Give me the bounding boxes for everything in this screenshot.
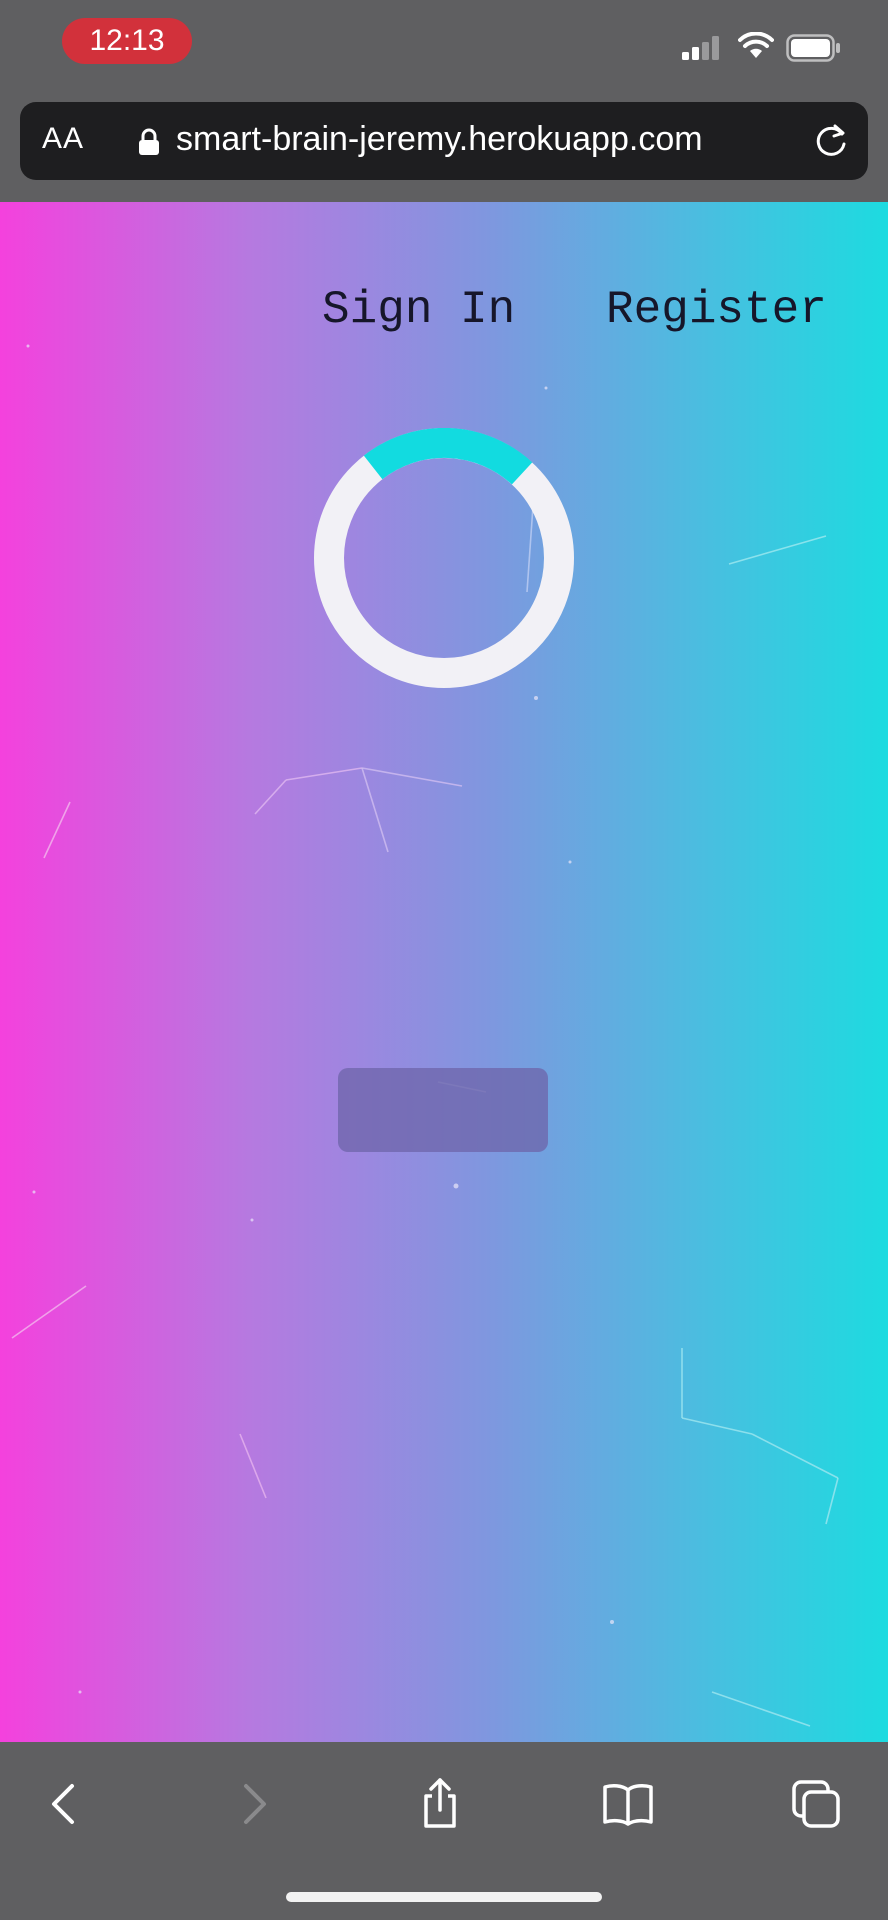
- forward-icon[interactable]: [228, 1778, 280, 1830]
- status-bar: 12:13: [0, 0, 888, 92]
- share-icon[interactable]: [414, 1778, 466, 1830]
- text-size-button[interactable]: AA: [42, 122, 84, 156]
- reload-icon[interactable]: [812, 122, 850, 160]
- wifi-icon: [738, 32, 774, 58]
- url-text[interactable]: smart-brain-jeremy.herokuapp.com: [176, 120, 703, 159]
- status-time: 12:13: [62, 18, 192, 64]
- loading-spinner: [314, 428, 574, 688]
- page-content: Sign In Register: [0, 202, 888, 1742]
- battery-icon: [786, 34, 840, 62]
- register-link[interactable]: Register: [606, 284, 827, 336]
- sign-in-link[interactable]: Sign In: [322, 284, 515, 336]
- cellular-signal-icon: [682, 36, 719, 60]
- tabs-icon[interactable]: [790, 1778, 842, 1830]
- back-icon[interactable]: [38, 1778, 90, 1830]
- bookmarks-icon[interactable]: [602, 1778, 654, 1830]
- home-indicator[interactable]: [286, 1892, 602, 1902]
- lock-icon: [139, 128, 159, 155]
- address-bar[interactable]: AA smart-brain-jeremy.herokuapp.com: [20, 102, 868, 180]
- loading-submit-button[interactable]: [338, 1068, 548, 1152]
